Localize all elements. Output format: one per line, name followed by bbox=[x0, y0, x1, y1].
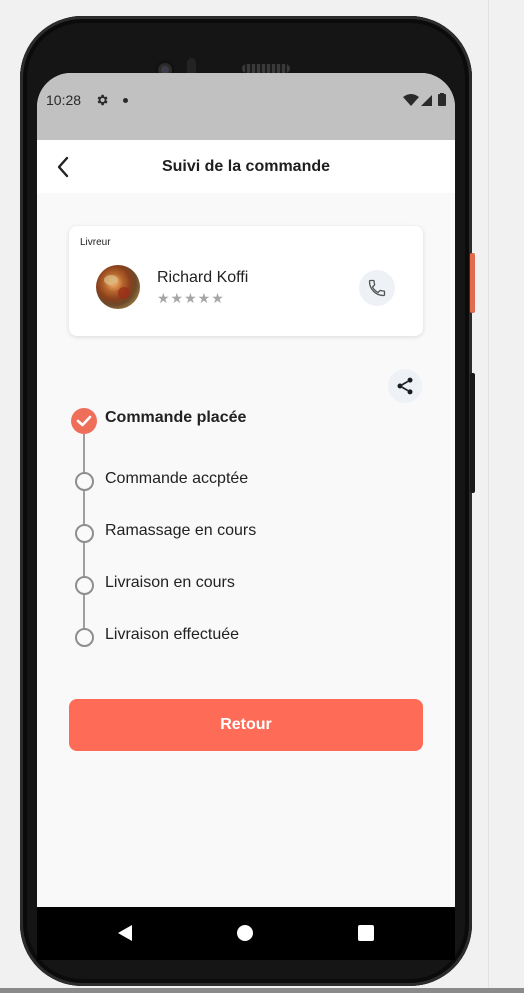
signal-icon bbox=[421, 95, 432, 106]
app-screen: 10:28 Suivi de la commande Livreur Richa… bbox=[37, 73, 455, 907]
call-button[interactable] bbox=[359, 270, 395, 306]
timeline-step-label: Livraison effectuée bbox=[105, 626, 240, 643]
star-rating: ★★★★★ bbox=[157, 290, 225, 306]
timeline-step-label: Ramassage en cours bbox=[105, 522, 257, 539]
battery-icon bbox=[438, 93, 446, 106]
background-divider bbox=[488, 0, 489, 993]
driver-name: Richard Koffi bbox=[157, 269, 249, 286]
system-nav-bar bbox=[37, 907, 455, 960]
circle-outline-icon bbox=[75, 472, 94, 491]
status-time: 10:28 bbox=[46, 92, 82, 108]
page-title: Suivi de la commande bbox=[161, 158, 331, 175]
app-bar: Suivi de la commande bbox=[37, 140, 455, 193]
nav-back-icon[interactable] bbox=[116, 923, 134, 943]
power-button bbox=[470, 253, 475, 313]
driver-card: Livreur Richard Koffi ★★★★★ bbox=[69, 226, 423, 336]
circle-outline-icon bbox=[75, 576, 94, 595]
check-circle-icon bbox=[71, 408, 97, 434]
timeline-step-label: Livraison en cours bbox=[105, 574, 235, 591]
status-bar: 10:28 bbox=[37, 73, 455, 140]
phone-icon bbox=[368, 279, 386, 297]
nav-home-icon[interactable] bbox=[237, 925, 253, 941]
share-button[interactable] bbox=[388, 369, 422, 403]
avatar bbox=[96, 265, 140, 309]
notification-dot-icon bbox=[123, 98, 128, 103]
earpiece-speaker bbox=[242, 64, 290, 73]
status-icons bbox=[403, 93, 449, 112]
volume-button bbox=[470, 373, 475, 493]
driver-card-label: Livreur bbox=[80, 237, 111, 248]
nav-recents-icon[interactable] bbox=[358, 925, 374, 941]
share-icon bbox=[397, 377, 413, 395]
settings-icon bbox=[95, 93, 109, 112]
timeline-step-label: Commande accptée bbox=[105, 470, 249, 487]
circle-outline-icon bbox=[75, 628, 94, 647]
bottom-strip bbox=[0, 988, 524, 993]
circle-outline-icon bbox=[75, 524, 94, 543]
retour-button[interactable]: Retour bbox=[69, 699, 423, 751]
wifi-icon bbox=[403, 94, 419, 106]
timeline-step-label: Commande placée bbox=[105, 409, 247, 426]
